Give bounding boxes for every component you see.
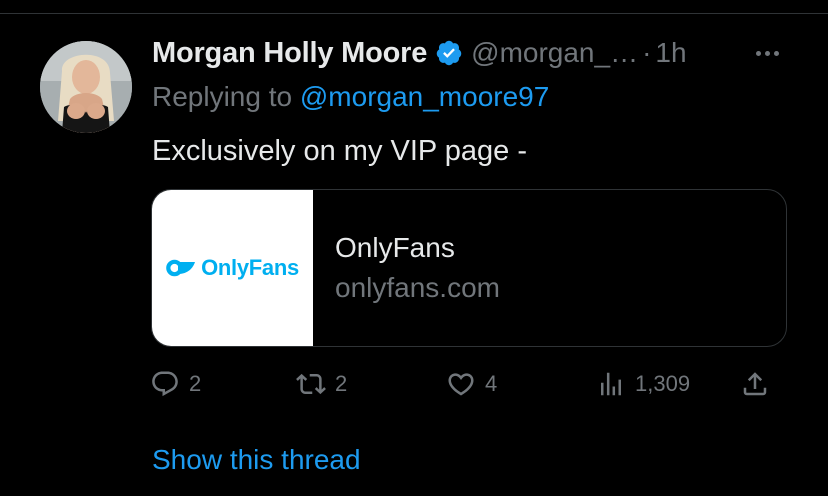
- card-title: OnlyFans: [335, 232, 455, 263]
- more-icon[interactable]: [745, 36, 789, 70]
- more-dot: [773, 50, 779, 56]
- tweet-timestamp[interactable]: 1h: [655, 37, 686, 69]
- retweet-count: 2: [335, 371, 348, 396]
- separator-dot: ·: [642, 37, 652, 68]
- reply-button[interactable]: 2: [150, 364, 201, 404]
- tweet-header: Morgan Holly Moore @morgan_… · 1h: [152, 30, 687, 76]
- show-thread-link[interactable]: Show this thread: [152, 444, 361, 476]
- view-count: 1,309: [635, 371, 691, 396]
- reply-count: 2: [189, 371, 202, 396]
- tweet-text: Exclusively on my VIP page -: [152, 135, 528, 167]
- replying-to-prefix: Replying to: [152, 81, 300, 112]
- like-button[interactable]: 4: [446, 364, 497, 404]
- replying-to-mention[interactable]: @morgan_moore97: [300, 81, 549, 112]
- avatar[interactable]: [40, 41, 132, 133]
- like-count: 4: [485, 371, 498, 396]
- card-domain: onlyfans.com: [335, 272, 500, 303]
- author-display-name[interactable]: Morgan Holly Moore: [152, 37, 427, 70]
- share-icon: [743, 372, 767, 396]
- verified-badge-icon[interactable]: [435, 39, 463, 67]
- more-dot: [764, 50, 770, 56]
- avatar-image: [40, 41, 132, 133]
- views-button[interactable]: 1,309: [596, 364, 690, 404]
- like-icon: [448, 373, 474, 396]
- top-divider: [0, 13, 828, 14]
- views-icon: [601, 372, 621, 396]
- retweet-button[interactable]: 2: [296, 364, 347, 404]
- card-thumbnail: OnlyFans: [152, 190, 313, 346]
- onlyfans-logo-text: OnlyFans: [201, 255, 299, 280]
- author-handle[interactable]: @morgan_…: [471, 37, 638, 69]
- retweet-icon: [296, 373, 326, 395]
- share-button[interactable]: [740, 364, 770, 404]
- replying-to-line: Replying to @morgan_moore97: [152, 81, 549, 113]
- action-bar: 2 2 4 1,309: [150, 364, 790, 404]
- link-card[interactable]: OnlyFans OnlyFans onlyfans.com: [151, 189, 787, 347]
- onlyfans-logo-icon: [166, 259, 196, 277]
- reply-icon: [152, 371, 178, 397]
- card-body: OnlyFans onlyfans.com: [313, 190, 500, 346]
- onlyfans-logo: OnlyFans: [166, 255, 299, 281]
- more-dot: [755, 50, 761, 56]
